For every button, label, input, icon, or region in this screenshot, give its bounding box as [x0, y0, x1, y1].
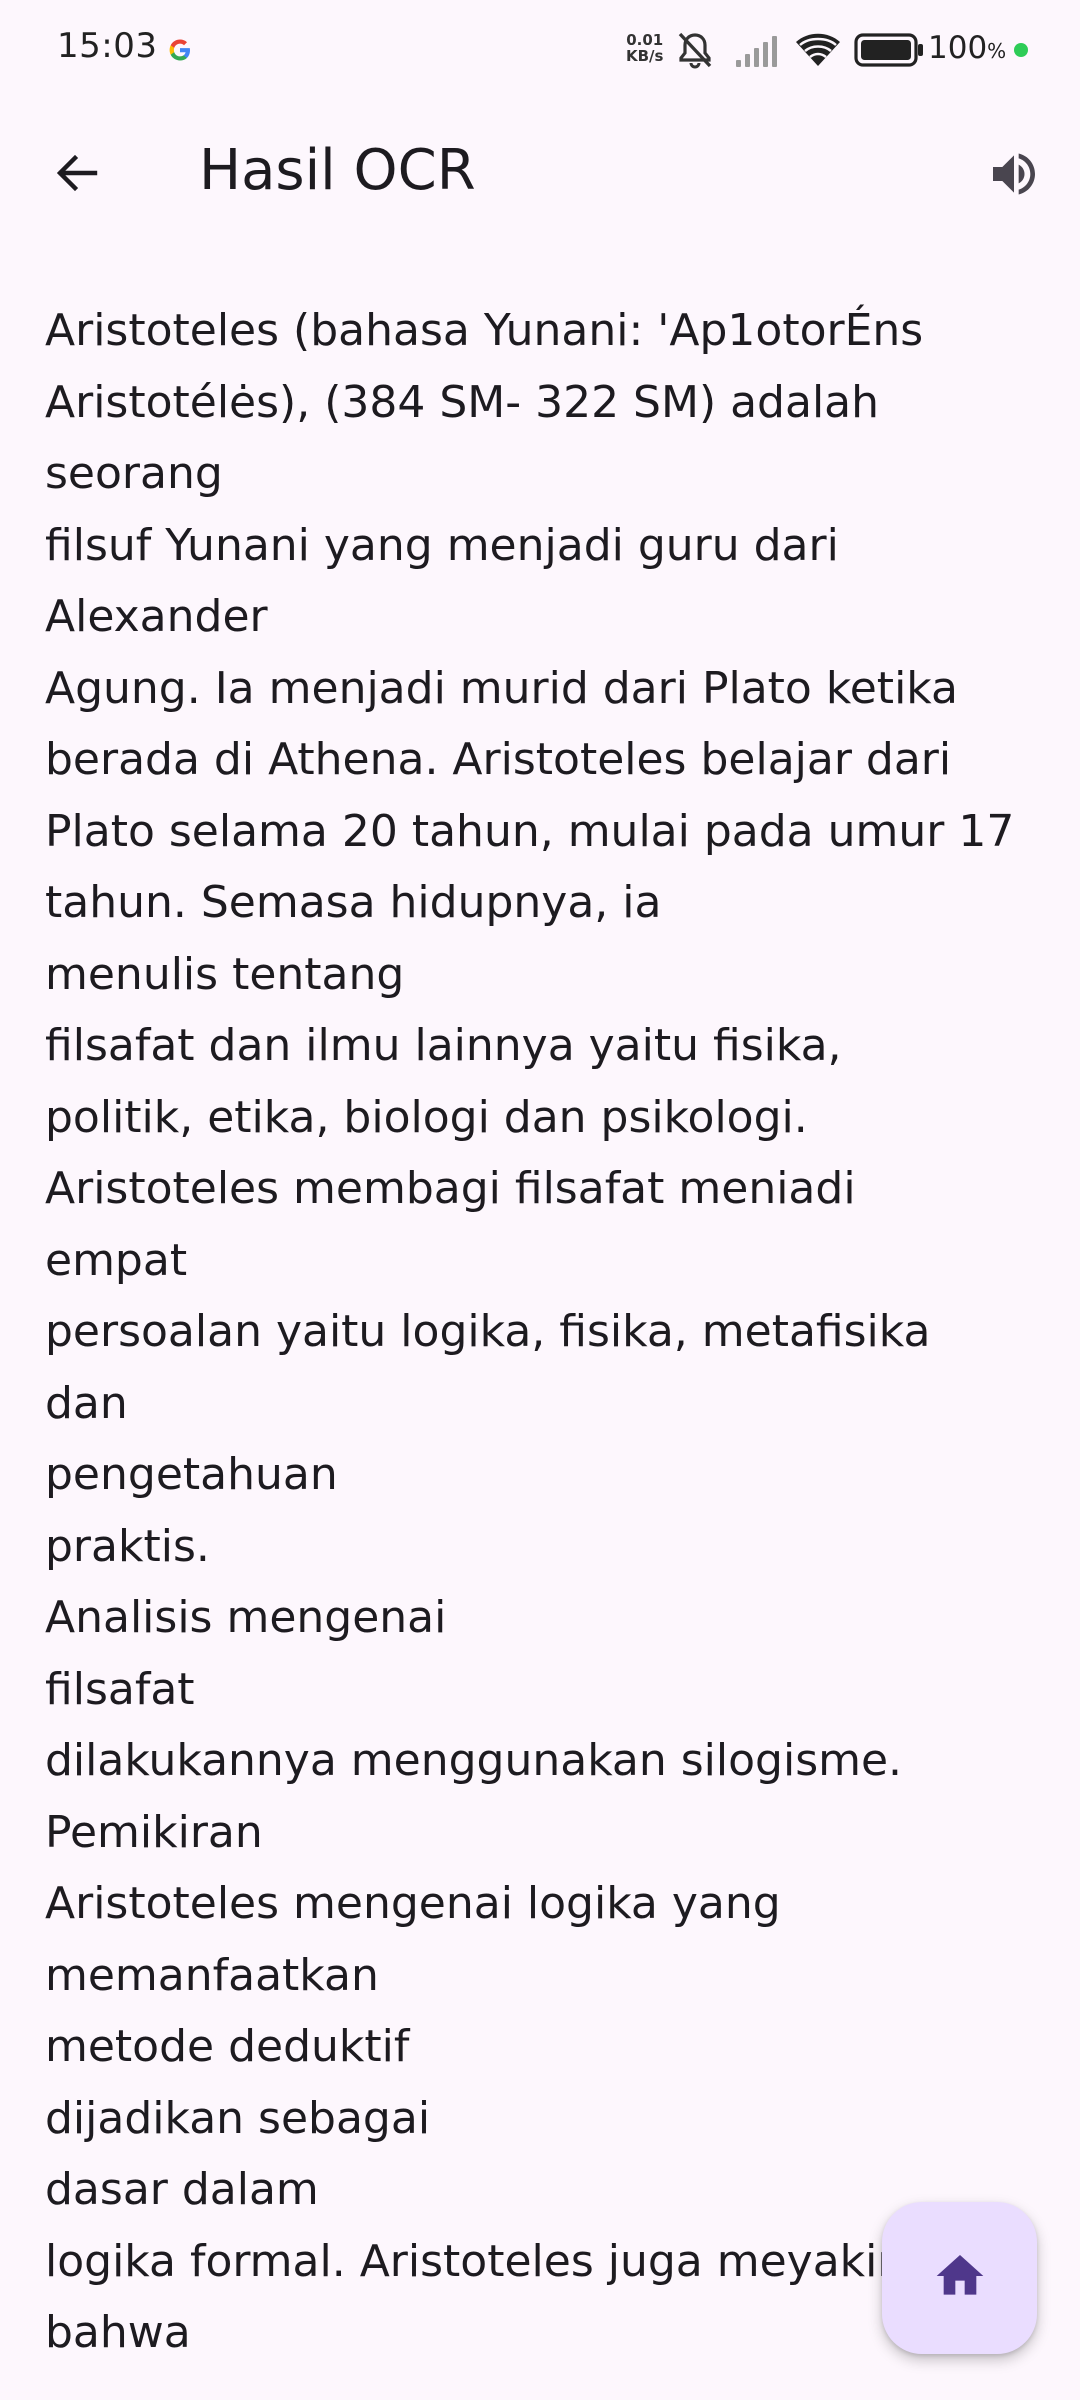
ocr-text-line: praktis. [45, 1520, 210, 1572]
ocr-text-line: dijadikan sebagai [45, 2092, 431, 2144]
home-icon [932, 2248, 988, 2308]
net-speed: 0.01 KB/s [626, 32, 663, 64]
privacy-indicator-dot [1014, 43, 1028, 57]
home-button[interactable] [882, 2202, 1037, 2354]
page-title: Hasil OCR [199, 138, 476, 203]
status-bar: 15:03 0.01 KB/s 100% [0, 0, 1080, 100]
net-speed-unit: KB/s [626, 47, 664, 65]
ocr-text-line: filsafat [45, 1663, 195, 1715]
battery-percent-unit: % [987, 39, 1007, 63]
app-bar: Hasil OCR [0, 110, 1080, 240]
arrow-back-icon [51, 147, 103, 203]
ocr-text-line: Aristotélės), (384 SM- 322 SM) adalah [45, 376, 880, 428]
ocr-text-line: memanfaatkan [45, 1949, 379, 2001]
ocr-text-line: menulis tentang [45, 948, 405, 1000]
ocr-text-line: seorang [45, 448, 223, 499]
ocr-text-line: filsuf Yunani yang menjadi guru dari [45, 519, 839, 571]
signal-icon [734, 34, 782, 72]
battery-percent: 100% [928, 30, 1006, 66]
ocr-text-line: empat [45, 1234, 188, 1286]
ocr-text-line: Plato selama 20 tahun, mulai pada umur 1… [45, 805, 1015, 857]
ocr-text-line: Pemikiran [45, 1806, 263, 1858]
status-time: 15:03 [57, 26, 158, 66]
volume-up-icon [986, 146, 1042, 206]
ocr-text-line: dilakukannya menggunakan silogisme. [45, 1735, 903, 1786]
google-icon [166, 36, 194, 64]
speak-button[interactable] [978, 140, 1050, 212]
ocr-result-text: Aristoteles (bahasa Yunani: 'Ap1otorÉns A… [45, 295, 1045, 2369]
ocr-text-line: Alexander [45, 591, 268, 642]
ocr-text-line: Aristoteles membagi filsafat meniadi [45, 1163, 856, 1214]
mute-icon [672, 30, 718, 74]
ocr-text-line: Analisis mengenai [45, 1592, 447, 1643]
back-button[interactable] [42, 140, 112, 210]
wifi-icon [794, 30, 842, 74]
ocr-text-line: persoalan yaitu logika, fisika, metafisi… [45, 1306, 931, 1357]
ocr-text-line: politik, etika, biologi dan psikologi. [45, 1091, 808, 1143]
battery-percent-value: 100 [928, 30, 988, 66]
ocr-text-line: berada di Athena. Aristoteles belajar da… [45, 734, 952, 785]
ocr-text-line: Aristoteles (bahasa Yunani: 'Ap1otorÉns [45, 305, 924, 356]
ocr-text-line: Agung. Ia menjadi murid dari Plato ketik… [45, 662, 958, 714]
ocr-text-line: metode deduktif [45, 2021, 410, 2072]
battery-icon [854, 32, 926, 72]
ocr-text-line: Aristoteles mengenai logika yang [45, 1878, 781, 1929]
ocr-text-line: tahun. Semasa hidupnya, ia [45, 877, 662, 928]
ocr-text-line: pengetahuan [45, 1449, 338, 1500]
ocr-text-line: filsafat dan ilmu lainnya yaitu fisika, [45, 1020, 842, 1071]
ocr-text-line: dan [45, 1377, 128, 1429]
